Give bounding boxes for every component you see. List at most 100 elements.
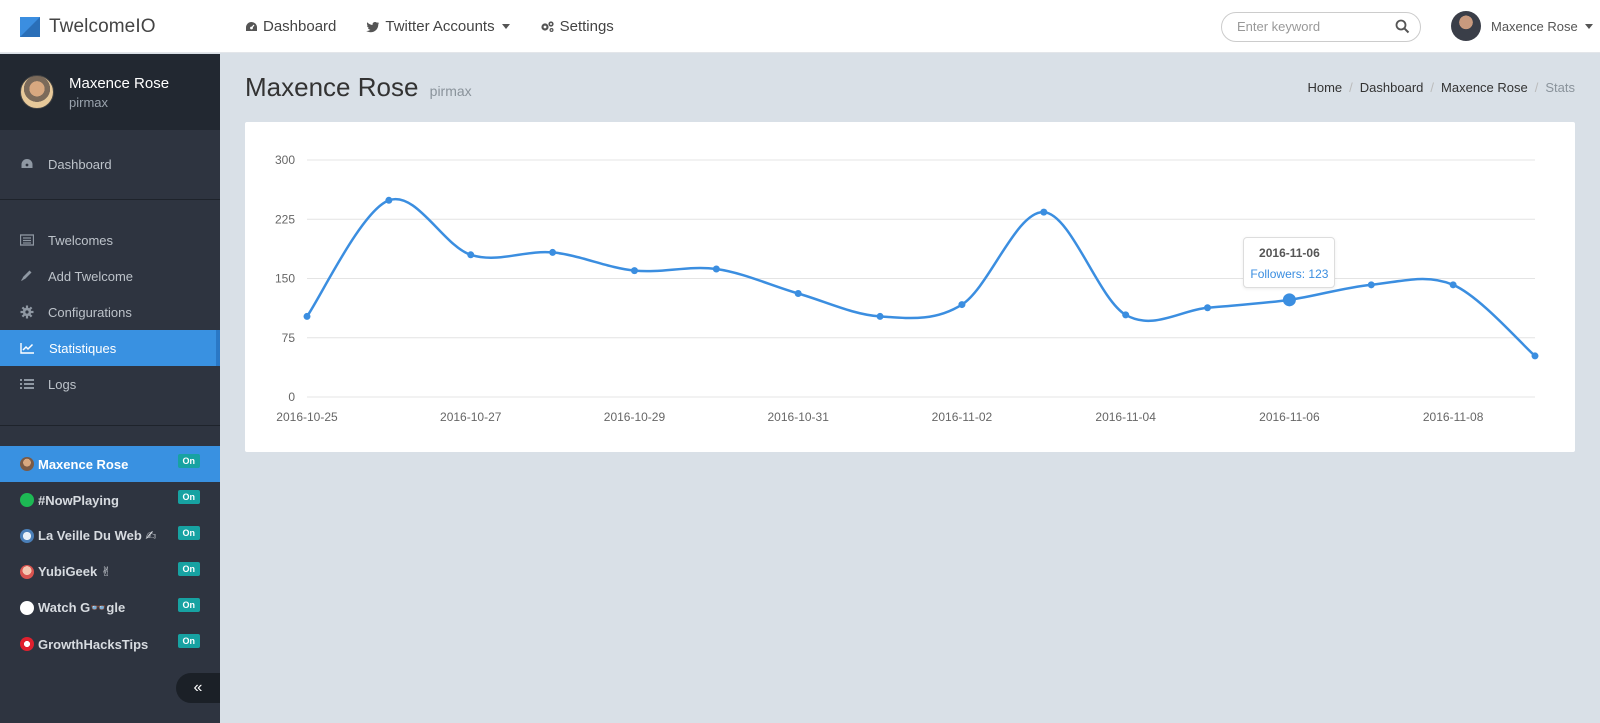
nav-settings[interactable]: Settings xyxy=(540,18,614,35)
chevron-down-icon xyxy=(501,24,510,29)
stats-panel: 0 75 150 225 300 2016-10-25 2016-10-27 2016-10-… xyxy=(245,122,1575,452)
data-point xyxy=(876,312,884,320)
x-tick-label: 2016-11-06 xyxy=(1259,410,1320,424)
account-avatar-icon xyxy=(20,457,34,471)
status-badge: On xyxy=(177,454,200,468)
avatar xyxy=(20,75,54,109)
sidebar-divider xyxy=(0,425,220,426)
x-tick-label: 2016-10-27 xyxy=(440,410,502,424)
breadcrumb-dashboard[interactable]: Dashboard xyxy=(1360,80,1424,95)
spotify-icon xyxy=(20,493,34,507)
page-subtitle: pirmax xyxy=(429,83,472,99)
x-tick-label: 2016-10-25 xyxy=(276,410,338,424)
sidebar-item-dashboard[interactable]: Dashboard xyxy=(0,146,220,182)
avatar xyxy=(1451,11,1481,41)
main-nav: Dashboard Twitter Accounts Settings xyxy=(245,0,644,53)
data-point xyxy=(712,265,720,273)
sidebar-profile: Maxence Rose pirmax xyxy=(0,54,220,130)
sidebar-item-logs[interactable]: Logs xyxy=(0,366,220,402)
top-navbar: TwelcomeIO Dashboard Twitter Accounts Se… xyxy=(0,0,1600,53)
data-point xyxy=(958,301,966,309)
breadcrumb-separator: / xyxy=(1349,80,1353,95)
breadcrumb-separator: / xyxy=(1430,80,1435,95)
y-tick-label: 300 xyxy=(275,153,295,167)
status-badge: On xyxy=(177,634,200,648)
nav-dashboard-label: Dashboard xyxy=(263,18,337,35)
data-point xyxy=(303,312,311,320)
sidebar-account-la-veille-du-web[interactable]: La Veille Du Web ✍ On xyxy=(0,518,220,554)
sidebar-item-add-twelcome[interactable]: Add Twelcome xyxy=(0,258,220,294)
breadcrumb-home[interactable]: Home xyxy=(1307,80,1342,95)
sidebar-account-yubigeek[interactable]: YubiGeek ✌ On xyxy=(0,554,220,590)
y-tick-label: 0 xyxy=(288,390,295,404)
sidebar: Maxence Rose pirmax Dashboard Twelcomes … xyxy=(0,54,220,723)
dashboard-icon xyxy=(21,159,33,168)
nav-dashboard[interactable]: Dashboard xyxy=(245,18,336,35)
logs-icon xyxy=(20,379,34,389)
brand-logo-icon xyxy=(20,17,40,37)
account-avatar-icon xyxy=(20,601,34,615)
sidebar-account-watch-google[interactable]: Watch G👓gle On xyxy=(0,590,220,626)
user-menu-name: Maxence Rose xyxy=(1491,18,1578,34)
sidebar-account-maxence-rose[interactable]: Maxence Rose On xyxy=(0,446,220,482)
status-badge: On xyxy=(177,598,200,612)
account-name: #NowPlaying xyxy=(38,492,119,508)
account-name: Watch G👓gle xyxy=(38,600,126,615)
dashboard-icon xyxy=(246,21,257,31)
sidebar-item-label: Logs xyxy=(48,376,77,392)
account-avatar-icon xyxy=(20,565,34,579)
x-tick-label: 2016-10-29 xyxy=(604,410,666,424)
sidebar-account-nowplaying[interactable]: #NowPlaying On xyxy=(0,482,220,518)
page-title-text: Maxence Rose xyxy=(245,72,419,102)
followers-chart: 0 75 150 225 300 2016-10-25 2016-10-27 2016-10-… xyxy=(275,153,1539,424)
data-point xyxy=(1204,304,1212,312)
sidebar-item-statistiques[interactable]: Statistiques xyxy=(0,330,220,366)
tooltip-value: Followers: 123 xyxy=(1250,266,1329,281)
sidebar-item-label: Add Twelcome xyxy=(48,268,134,284)
chevron-down-icon xyxy=(1584,23,1593,29)
profile-handle: pirmax xyxy=(69,94,109,110)
status-badge: On xyxy=(177,526,200,540)
sidebar-item-label: Dashboard xyxy=(48,156,112,172)
sidebar-item-label: Statistiques xyxy=(49,340,117,356)
search-icon[interactable] xyxy=(1395,19,1410,34)
sidebar-account-growthhackstips[interactable]: GrowthHacksTips On xyxy=(0,626,220,662)
chart-tooltip: 2016-11-06 Followers: 123 xyxy=(1243,236,1336,288)
account-avatar-icon xyxy=(20,637,34,651)
y-tick-label: 225 xyxy=(275,212,295,226)
nav-twitter-accounts[interactable]: Twitter Accounts xyxy=(366,18,510,35)
sidebar-item-twelcomes[interactable]: Twelcomes xyxy=(0,222,220,258)
x-tick-label: 2016-10-31 xyxy=(768,410,830,424)
search-input[interactable] xyxy=(1237,19,1387,34)
sidebar-item-configurations[interactable]: Configurations xyxy=(0,294,220,330)
gears-icon xyxy=(541,21,554,32)
data-point xyxy=(1040,208,1048,216)
sidebar-item-label: Twelcomes xyxy=(48,232,114,248)
profile-name: Maxence Rose xyxy=(69,74,170,92)
line-chart-icon xyxy=(20,343,34,354)
breadcrumb: Home / Dashboard / Maxence Rose / Stats xyxy=(1307,80,1575,95)
nav-settings-label: Settings xyxy=(559,18,614,35)
data-point xyxy=(467,251,475,259)
data-point xyxy=(549,248,557,256)
data-point xyxy=(1367,281,1375,289)
y-tick-label: 75 xyxy=(282,331,296,345)
sidebar-divider xyxy=(0,199,220,200)
x-tick-label: 2016-11-02 xyxy=(932,410,993,424)
x-tick-label: 2016-11-04 xyxy=(1095,410,1156,424)
user-menu[interactable]: Maxence Rose xyxy=(1451,11,1593,41)
sidebar-collapse-button[interactable]: « xyxy=(176,673,220,703)
breadcrumb-account[interactable]: Maxence Rose xyxy=(1441,80,1528,95)
y-tick-label: 150 xyxy=(275,272,295,286)
data-point xyxy=(385,196,393,204)
data-point xyxy=(1449,281,1457,289)
data-point xyxy=(1122,311,1130,319)
search-box xyxy=(1221,12,1421,42)
x-tick-label: 2016-11-08 xyxy=(1423,410,1484,424)
brand[interactable]: TwelcomeIO xyxy=(20,16,156,38)
data-point xyxy=(1531,352,1539,360)
globe-icon xyxy=(20,529,34,543)
status-badge: On xyxy=(177,562,200,576)
gear-icon xyxy=(20,305,34,319)
data-point xyxy=(794,290,802,298)
